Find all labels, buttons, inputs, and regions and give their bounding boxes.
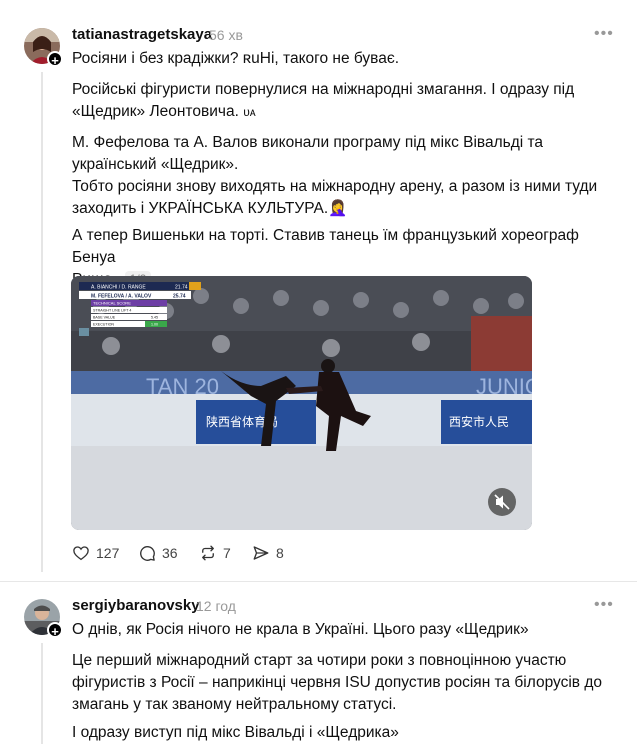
score-name: M. FEFELOVA / A. VALOV xyxy=(91,294,152,300)
tech-score-label: TECHNICAL SCORE xyxy=(93,301,131,306)
text-line: фігуристів з Росії – наприкінці червня I… xyxy=(72,674,602,691)
send-icon xyxy=(253,546,269,560)
comment-count: 36 xyxy=(162,545,178,561)
heart-icon xyxy=(73,546,89,561)
comment-button[interactable]: 36 xyxy=(138,544,178,562)
repost-icon xyxy=(202,545,214,561)
follow-plus-icon[interactable]: + xyxy=(47,51,63,68)
board-text-2: 西安市人民 xyxy=(449,414,509,429)
post-text-line: І одразу виступ під мікс Вівальді і «Щед… xyxy=(72,724,399,741)
text-line-part: заходить і УКРАЇНСЬКА КУЛЬТУРА. xyxy=(72,200,329,217)
username[interactable]: tatianastragetskaya xyxy=(72,26,212,43)
video-player[interactable]: TAN 20 JUNIO 陕西省体育局 西安市人民 A. BIANCHI / D… xyxy=(71,276,532,530)
text-line: змагань у так званому нейтральному стату… xyxy=(72,696,397,713)
post-text-line: О днів, як Росія нічого не крала в Украї… xyxy=(72,621,529,638)
share-count: 8 xyxy=(276,545,284,561)
text-line-part: «Щедрик» Леонтовича. xyxy=(72,103,239,120)
flag-text: ᴜᴀ xyxy=(243,105,256,119)
base-value: 5.45 xyxy=(151,316,158,320)
share-button[interactable]: 8 xyxy=(252,544,284,562)
facepalm-emoji-icon: 🤦‍♀️ xyxy=(328,200,348,217)
follow-plus-icon[interactable]: + xyxy=(47,622,63,639)
element-name: STRAIGHT LINE LIFT 4 xyxy=(93,309,131,313)
like-button[interactable]: 127 xyxy=(72,544,119,562)
text-line: Тобто росіяни знову виходять на міжнарод… xyxy=(72,178,598,195)
execution-value: 1.00 xyxy=(151,323,158,327)
mute-icon[interactable] xyxy=(488,488,516,516)
thread-line xyxy=(41,643,43,744)
timestamp[interactable]: 12 год xyxy=(196,598,236,614)
post-paragraph: М. Фефелова та А. Валов виконали програм… xyxy=(72,132,612,220)
avatar[interactable]: + xyxy=(24,28,63,68)
base-value-label: BASE VALUE xyxy=(93,316,116,320)
like-count: 127 xyxy=(96,545,120,561)
text-line: заходить і УКРАЇНСЬКА КУЛЬТУРА.🤦‍♀️ xyxy=(72,198,612,220)
score-top-value: 21.74 xyxy=(175,285,188,291)
timestamp[interactable]: 56 хв xyxy=(209,27,243,43)
post-text-line: Росіяни і без крадіжки? ʀuНі, такого не … xyxy=(72,50,400,67)
execution-label: EXECUTION xyxy=(93,323,114,327)
post-paragraph: Російські фігуристи повернулися на міжна… xyxy=(72,79,612,123)
score-value: 25.74 xyxy=(173,294,186,300)
text-line: український «Щедрик». xyxy=(72,156,239,173)
repost-button[interactable]: 7 xyxy=(199,544,231,562)
username[interactable]: sergiybaranovsky xyxy=(72,597,200,614)
thread-line xyxy=(41,72,43,572)
post-divider xyxy=(0,581,637,582)
text-line: А тепер Вишеньки на торті. Ставив танець… xyxy=(72,227,579,266)
text-line: «Щедрик» Леонтовича. ᴜᴀ xyxy=(72,101,612,123)
post-paragraph: Це перший міжнародний старт за чотири ро… xyxy=(72,650,612,716)
repost-count: 7 xyxy=(223,545,231,561)
text-line: М. Фефелова та А. Валов виконали програм… xyxy=(72,134,544,151)
avatar[interactable]: + xyxy=(24,599,63,639)
more-options-icon[interactable]: ••• xyxy=(594,596,614,614)
score-top-name: A. BIANCHI / D. RANGE xyxy=(91,285,146,291)
video-frame: TAN 20 JUNIO 陕西省体育局 西安市人民 A. BIANCHI / D… xyxy=(71,276,532,530)
comment-icon xyxy=(140,546,155,561)
text-line: Це перший міжнародний старт за чотири ро… xyxy=(72,652,567,669)
text-line: Російські фігуристи повернулися на міжна… xyxy=(72,81,575,98)
more-options-icon[interactable]: ••• xyxy=(594,25,614,43)
